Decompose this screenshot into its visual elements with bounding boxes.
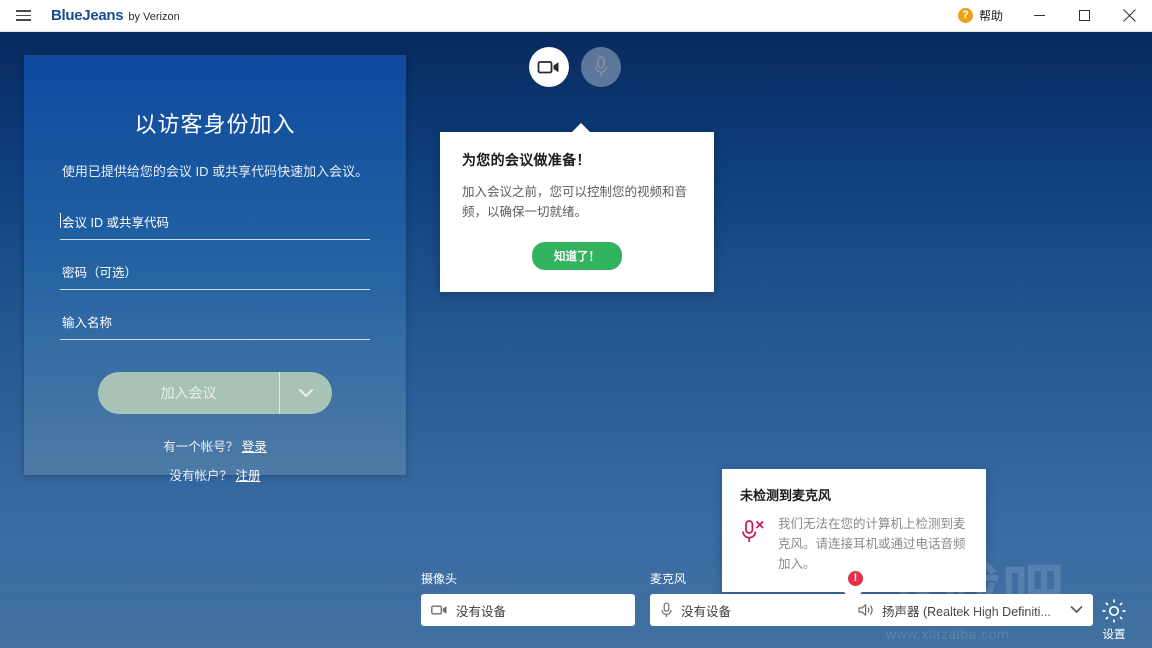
microphone-icon — [661, 602, 672, 617]
signup-row: 没有帐户？ 注册 — [60, 465, 370, 484]
popover-title: 为您的会议做准备！ — [462, 152, 591, 168]
join-options-dropdown[interactable] — [280, 372, 332, 414]
settings-label: 设置 — [1102, 629, 1126, 641]
onboarding-popover: 为您的会议做准备！ 加入会议之前，您可以控制您的视频和音频，以确保一切就绪。 知… — [440, 123, 714, 292]
help-label: 帮助 — [978, 9, 1003, 23]
exclamation-icon: ! — [848, 571, 863, 586]
guest-join-panel: 以访客身份加入 使用已提供给您的会议 ID 或共享代码快速加入会议。 会议 ID… — [24, 55, 406, 483]
microphone-device-select[interactable]: 没有设备 — [650, 594, 862, 626]
mic-warning-title: 未检测到麦克风 — [740, 488, 832, 503]
close-button[interactable] — [1107, 0, 1152, 32]
join-meeting-button[interactable]: 加入会议 — [98, 372, 280, 414]
camera-device-value: 没有设备 — [456, 604, 507, 619]
video-camera-icon — [537, 61, 559, 74]
window-controls: ? 帮助 — [944, 0, 1152, 32]
passcode-placeholder: 密码（可选） — [62, 266, 138, 280]
speaker-device-value: 扬声器 (Realtek High Definiti... — [882, 604, 1051, 619]
question-mark-icon: ? — [957, 8, 973, 23]
microphone-label-text: 麦克风 — [650, 572, 687, 586]
microphone-device-label: 麦克风 — [650, 570, 862, 587]
microphone-toggle-button[interactable] — [581, 47, 621, 87]
microphone-device-value: 没有设备 — [681, 604, 732, 619]
no-account-label: 没有帐户？ — [169, 469, 232, 483]
device-selector-bar: 摄像头 没有设备 麦克风 没有设备 ! 扬声器 扬声器 (Realtek Hig… — [0, 571, 1152, 648]
mic-warning-body: 我们无法在您的计算机上检测到麦克风。请连接耳机或通过电话音频加入。 — [778, 517, 966, 571]
speaker-label-text: 扬声器 — [870, 572, 907, 586]
speaker-device-select[interactable]: 扬声器 (Realtek High Definiti... — [848, 594, 1093, 626]
chevron-down-icon[interactable] — [1070, 603, 1083, 617]
title-bar: BlueJeans by Verizon ? 帮助 — [0, 0, 1152, 32]
speaker-device-group: ! 扬声器 扬声器 (Realtek High Definiti... — [848, 570, 1093, 626]
signup-link[interactable]: 注册 — [235, 469, 260, 483]
login-link[interactable]: 登录 — [242, 440, 267, 454]
popover-body: 加入会议之前，您可以控制您的视频和音频，以确保一切就绪。 — [462, 185, 688, 219]
popover-actions: 知道了！ — [462, 242, 692, 270]
main-stage: 下载吧 www.xiazaiba.com 以访客身份加入 使用已提供给您的会议 … — [0, 32, 1152, 648]
video-camera-icon — [431, 605, 447, 615]
popover-got-it-button[interactable]: 知道了！ — [532, 242, 622, 270]
passcode-input[interactable]: 密码（可选） — [60, 262, 370, 290]
join-actions: 加入会议 — [60, 372, 370, 414]
brand-name: BlueJeans — [51, 7, 124, 24]
login-row: 有一个帐号？ 登录 — [60, 436, 370, 455]
microphone-device-group: 麦克风 没有设备 — [650, 570, 862, 626]
have-account-label: 有一个帐号？ — [163, 440, 239, 454]
av-toggle-group — [529, 47, 621, 87]
camera-device-label: 摄像头 — [421, 570, 635, 587]
camera-label-text: 摄像头 — [421, 572, 458, 586]
speaker-icon — [858, 604, 873, 616]
help-button[interactable]: ? 帮助 — [944, 0, 1017, 32]
microphone-icon — [594, 56, 608, 76]
display-name-input[interactable]: 输入名称 — [60, 312, 370, 340]
page-title: 以访客身份加入 — [134, 112, 296, 137]
meeting-id-input[interactable]: 会议 ID 或共享代码 — [60, 212, 370, 240]
settings-button[interactable]: 设置 — [1086, 598, 1142, 642]
meeting-id-placeholder: 会议 ID 或共享代码 — [62, 216, 169, 230]
brand-logo: BlueJeans by Verizon — [51, 7, 180, 24]
camera-device-group: 摄像头 没有设备 — [421, 570, 635, 626]
microphone-muted-icon — [740, 514, 766, 553]
gear-icon — [1102, 599, 1126, 623]
chevron-down-icon — [298, 388, 314, 398]
page-subtitle: 使用已提供给您的会议 ID 或共享代码快速加入会议。 — [61, 164, 369, 179]
hamburger-menu-icon[interactable] — [0, 0, 46, 32]
brand-subtitle: by Verizon — [128, 11, 180, 23]
camera-toggle-button[interactable] — [529, 47, 569, 87]
maximize-button[interactable] — [1062, 0, 1107, 32]
display-name-placeholder: 输入名称 — [62, 316, 113, 330]
text-caret — [60, 213, 61, 228]
speaker-device-label: ! 扬声器 — [848, 570, 1093, 587]
join-button-group[interactable]: 加入会议 — [98, 372, 332, 414]
camera-device-select[interactable]: 没有设备 — [421, 594, 635, 626]
mic-warning-row: 我们无法在您的计算机上检测到麦克风。请连接耳机或通过电话音频加入。 — [740, 514, 968, 574]
minimize-button[interactable] — [1017, 0, 1062, 32]
